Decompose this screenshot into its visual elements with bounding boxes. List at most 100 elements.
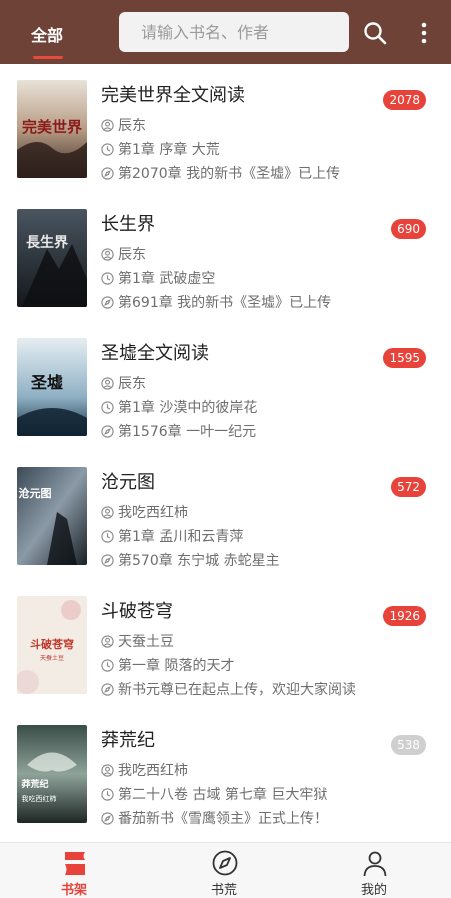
search-button[interactable] bbox=[362, 20, 388, 46]
cover-title: 莽荒纪 bbox=[20, 778, 48, 790]
nav-discover[interactable]: 书荒 bbox=[179, 843, 269, 898]
book-author: 辰东 bbox=[101, 244, 146, 264]
book-cover: 莽荒纪 我吃西红柿 bbox=[17, 725, 87, 823]
book-latest-chapter: 第570章 东宁城 赤蛇星主 bbox=[101, 550, 280, 570]
book-item[interactable]: 莽荒纪 我吃西红柿 莽荒纪 我吃西红柿 第二十八卷 古域 第七章 巨大牢狱 番茄… bbox=[0, 709, 451, 838]
cover-title: 長生界 bbox=[26, 234, 69, 251]
book-title: 圣墟全文阅读 bbox=[101, 343, 209, 364]
book-title: 长生界 bbox=[101, 214, 155, 235]
author-name: 辰东 bbox=[118, 118, 146, 134]
compass-icon bbox=[212, 850, 238, 876]
clock-icon bbox=[101, 401, 114, 414]
author-icon bbox=[101, 764, 114, 777]
latest-chapter-text: 第1576章 一叶一纪元 bbox=[118, 424, 257, 440]
compass-small-icon bbox=[101, 296, 114, 309]
author-name: 天蚕土豆 bbox=[118, 634, 174, 650]
clock-icon bbox=[101, 143, 114, 156]
author-name: 辰东 bbox=[118, 376, 146, 392]
book-cover: 斗破苍穹 天蚕土豆 bbox=[17, 596, 87, 694]
latest-chapter-text: 新书元尊已在起点上传，欢迎大家阅读 bbox=[118, 682, 356, 698]
book-cover: 完美世界 bbox=[17, 80, 87, 178]
nav-bookshelf-label: 书架 bbox=[60, 883, 87, 898]
first-chapter-text: 第1章 武破虚空 bbox=[118, 271, 216, 287]
compass-small-icon bbox=[101, 683, 114, 696]
more-button[interactable] bbox=[414, 20, 434, 46]
book-title: 莽荒纪 bbox=[101, 730, 155, 751]
book-cover: 長生界 bbox=[17, 209, 87, 307]
author-icon bbox=[101, 377, 114, 390]
book-item[interactable]: 圣墟 圣墟全文阅读 辰东 第1章 沙漠中的彼岸花 第1576章 一叶一纪元 15… bbox=[0, 322, 451, 451]
book-latest-chapter: 第691章 我的新书《圣墟》已上传 bbox=[101, 292, 331, 312]
book-author: 我吃西红柿 bbox=[101, 760, 188, 780]
book-latest-chapter: 番茄新书《雪鹰领主》正式上传！ bbox=[101, 808, 328, 828]
nav-profile[interactable]: 我的 bbox=[329, 843, 419, 898]
person-icon bbox=[363, 851, 387, 877]
nav-bookshelf[interactable]: 书架 bbox=[29, 843, 119, 898]
book-author: 我吃西红柿 bbox=[101, 502, 188, 522]
author-icon bbox=[101, 635, 114, 648]
book-first-chapter: 第1章 孟川和云青萍 bbox=[101, 526, 243, 546]
book-first-chapter: 第1章 序章 大荒 bbox=[101, 139, 220, 159]
top-bar: 全部 bbox=[0, 0, 451, 64]
cover-title: 圣墟 bbox=[30, 373, 63, 392]
first-chapter-text: 第1章 序章 大荒 bbox=[118, 142, 220, 158]
clock-icon bbox=[101, 659, 114, 672]
book-item[interactable]: 長生界 长生界 辰东 第1章 武破虚空 第691章 我的新书《圣墟》已上传 69… bbox=[0, 193, 451, 322]
compass-small-icon bbox=[101, 812, 114, 825]
unread-count-badge: 572 bbox=[391, 477, 426, 497]
book-title: 沧元图 bbox=[101, 472, 155, 493]
tab-all[interactable]: 全部 bbox=[31, 22, 63, 46]
unread-count-badge: 538 bbox=[391, 735, 426, 755]
search-icon bbox=[364, 22, 387, 45]
nav-profile-label: 我的 bbox=[360, 883, 387, 898]
first-chapter-text: 第二十八卷 古域 第七章 巨大牢狱 bbox=[118, 787, 328, 803]
book-author: 辰东 bbox=[101, 373, 146, 393]
latest-chapter-text: 番茄新书《雪鹰领主》正式上传！ bbox=[118, 811, 328, 827]
first-chapter-text: 第1章 孟川和云青萍 bbox=[118, 529, 244, 545]
book-latest-chapter: 第1576章 一叶一纪元 bbox=[101, 421, 256, 441]
latest-chapter-text: 第570章 东宁城 赤蛇星主 bbox=[118, 553, 280, 569]
tab-active-indicator bbox=[33, 56, 63, 59]
bottom-nav: 书架 书荒 我的 bbox=[0, 842, 451, 898]
latest-chapter-text: 第2070章 我的新书《圣墟》已上传 bbox=[118, 166, 341, 182]
compass-small-icon bbox=[101, 167, 114, 180]
book-cover: 圣墟 bbox=[17, 338, 87, 436]
book-item[interactable]: 完美世界 完美世界全文阅读 辰东 第1章 序章 大荒 第2070章 我的新书《圣… bbox=[0, 64, 451, 193]
unread-count-badge: 690 bbox=[391, 219, 426, 239]
cover-author: 我吃西红柿 bbox=[22, 794, 57, 803]
book-latest-chapter: 新书元尊已在起点上传，欢迎大家阅读 bbox=[101, 679, 356, 699]
book-title: 完美世界全文阅读 bbox=[101, 85, 245, 106]
clock-icon bbox=[101, 530, 114, 543]
latest-chapter-text: 第691章 我的新书《圣墟》已上传 bbox=[118, 295, 332, 311]
book-item[interactable]: 斗破苍穹 天蚕土豆 斗破苍穹 天蚕土豆 第一章 陨落的天才 新书元尊已在起点上传… bbox=[0, 580, 451, 709]
compass-small-icon bbox=[101, 554, 114, 567]
book-cover: 沧元图 bbox=[17, 467, 87, 565]
compass-small-icon bbox=[101, 425, 114, 438]
search-input[interactable] bbox=[119, 12, 349, 52]
book-first-chapter: 第二十八卷 古域 第七章 巨大牢狱 bbox=[101, 784, 327, 804]
book-first-chapter: 第一章 陨落的天才 bbox=[101, 655, 234, 675]
author-name: 辰东 bbox=[118, 247, 146, 263]
unread-count-badge: 1595 bbox=[383, 348, 426, 368]
book-latest-chapter: 第2070章 我的新书《圣墟》已上传 bbox=[101, 163, 340, 183]
clock-icon bbox=[101, 272, 114, 285]
unread-count-badge: 1926 bbox=[383, 606, 426, 626]
book-item[interactable]: 沧元图 沧元图 我吃西红柿 第1章 孟川和云青萍 第570章 东宁城 赤蛇星主 … bbox=[0, 451, 451, 580]
book-title: 斗破苍穹 bbox=[101, 601, 173, 622]
book-author: 天蚕土豆 bbox=[101, 631, 174, 651]
more-vertical-icon bbox=[421, 22, 427, 44]
bookshelf-icon bbox=[65, 852, 85, 875]
cover-author: 天蚕土豆 bbox=[40, 654, 64, 662]
cover-title: 完美世界 bbox=[22, 118, 82, 136]
author-name: 我吃西红柿 bbox=[118, 505, 188, 521]
author-icon bbox=[101, 119, 114, 132]
author-name: 我吃西红柿 bbox=[118, 763, 188, 779]
clock-icon bbox=[101, 788, 114, 801]
search-box[interactable] bbox=[119, 12, 349, 52]
book-first-chapter: 第1章 武破虚空 bbox=[101, 268, 215, 288]
cover-title: 沧元图 bbox=[19, 486, 52, 500]
first-chapter-text: 第1章 沙漠中的彼岸花 bbox=[118, 400, 258, 416]
cover-title: 斗破苍穹 bbox=[30, 637, 74, 651]
unread-count-badge: 2078 bbox=[383, 90, 426, 110]
book-author: 辰东 bbox=[101, 115, 146, 135]
